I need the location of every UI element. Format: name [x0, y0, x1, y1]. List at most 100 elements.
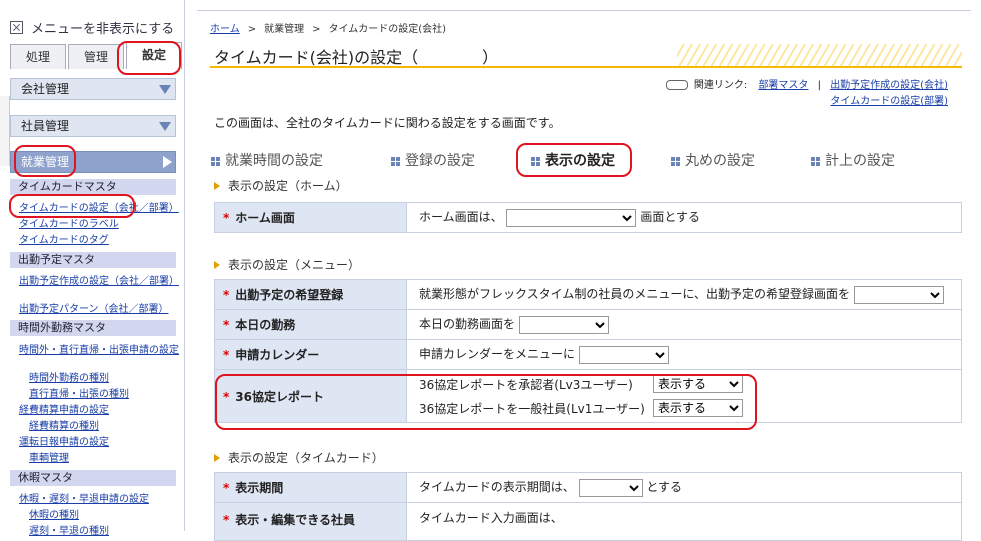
- arrow-right-icon: [214, 454, 220, 462]
- row-value: 36協定レポートを承認者(Lv3ユーザー) 表示する 36協定レポートを一般社員…: [406, 369, 962, 423]
- chevron-down-icon: [159, 122, 171, 131]
- tab-registration-label: 登録の設定: [405, 153, 475, 169]
- sidebar-link-direct-types[interactable]: 直行直帰・出張の種別: [29, 385, 129, 400]
- today-desc-text: 本日の勤務画面を: [419, 317, 516, 332]
- side-strip: [0, 96, 10, 166]
- sidebar-link-timecard-labels[interactable]: タイムカードのラベル: [19, 215, 119, 230]
- title-decoration: [677, 44, 962, 66]
- sidebar-tabs: 処理 管理 設定: [10, 42, 184, 69]
- sidebar-link-expense-types[interactable]: 経費精算の種別: [29, 417, 99, 432]
- sidebar-link-schedule-patterns[interactable]: 出勤予定パターン（会社／部署）: [19, 300, 169, 315]
- section-employee-label: 社員管理: [21, 119, 70, 133]
- related-link-schedule[interactable]: 出勤予定作成の設定(会社): [830, 80, 948, 91]
- sidebar-link-late-types[interactable]: 遅刻・早退の種別: [29, 522, 109, 537]
- section-heading-menu: 表示の設定（メニュー）: [214, 256, 360, 273]
- category-schedule-master: 出勤予定マスタ: [10, 252, 176, 268]
- section-heading-timecard-text: 表示の設定（タイムカード）: [228, 451, 384, 465]
- period-post-text: とする: [646, 480, 683, 495]
- grid-icon: [531, 156, 540, 166]
- row-value: タイムカードの表示期間は、 とする: [406, 472, 962, 503]
- report-general-row: 36協定レポートを一般社員(Lv1ユーザー) 表示する: [419, 396, 961, 420]
- sidebar-link-leave-types[interactable]: 休暇の種別: [29, 506, 79, 521]
- display-period-select[interactable]: [578, 478, 643, 497]
- breadcrumb-home[interactable]: ホーム: [210, 24, 240, 35]
- report-general-select[interactable]: 表示する: [653, 399, 743, 417]
- row-label-text: 本日の勤務: [235, 318, 296, 332]
- sidebar-link-driving-settings[interactable]: 運転日報申請の設定: [19, 433, 109, 448]
- report-approver-select[interactable]: 表示する: [653, 375, 743, 393]
- request-calendar-select[interactable]: [578, 345, 669, 364]
- home-post-text: 画面とする: [640, 210, 700, 225]
- related-links: 関連リンク: 部署マスタ | 出勤予定作成の設定(会社) タイムカードの設定(部…: [665, 78, 948, 110]
- sidebar-link-leave-settings[interactable]: 休暇・遅刻・早退申請の設定: [19, 490, 149, 505]
- tab-accounting[interactable]: 計上の設定: [811, 150, 895, 170]
- sidebar-link-overtime-settings[interactable]: 時間外・直行直帰・出張申請の設定: [19, 341, 179, 356]
- tab-display[interactable]: 表示の設定: [531, 150, 615, 170]
- row-label: * 表示期間: [214, 472, 407, 503]
- schedule-request-select[interactable]: [853, 285, 944, 304]
- table-row: * 出勤予定の希望登録 就業形態がフレックスタイム制の社員のメニューに、出勤予定の…: [214, 279, 962, 310]
- sidebar-link-expense-settings[interactable]: 経費精算申請の設定: [19, 401, 109, 416]
- settings-table-home: * ホーム画面 ホーム画面は、 画面とする: [214, 202, 962, 233]
- section-company[interactable]: 会社管理: [10, 78, 176, 100]
- section-heading-menu-text: 表示の設定（メニュー）: [228, 258, 361, 272]
- report-approver-text: 36協定レポートを承認者(Lv3ユーザー): [419, 377, 633, 392]
- row-value: 申請カレンダーをメニューに: [406, 339, 962, 370]
- related-link-department[interactable]: 部署マスタ: [758, 80, 808, 91]
- section-heading-home: 表示の設定（ホーム）: [214, 177, 348, 194]
- arrow-right-icon: [214, 261, 220, 269]
- today-work-select[interactable]: [518, 315, 609, 334]
- category-tabs: 就業時間の設定 登録の設定 表示の設定 丸めの設定 計上の設定: [211, 150, 971, 170]
- section-attendance[interactable]: 就業管理: [10, 151, 176, 173]
- table-row: * ホーム画面 ホーム画面は、 画面とする: [214, 202, 962, 233]
- table-row: * 表示期間 タイムカードの表示期間は、 とする: [214, 472, 962, 503]
- tab-accounting-label: 計上の設定: [825, 153, 895, 169]
- breadcrumb: ホーム > 就業管理 > タイムカードの設定(会社): [210, 20, 446, 35]
- sidebar-link-vehicles[interactable]: 車輌管理: [29, 449, 69, 464]
- tab-display-label: 表示の設定: [545, 153, 615, 169]
- section-company-label: 会社管理: [21, 82, 70, 96]
- required-mark: *: [223, 288, 230, 302]
- section-heading-home-text: 表示の設定（ホーム）: [228, 179, 348, 193]
- tab-settings[interactable]: 設定: [126, 42, 182, 69]
- row-value: 就業形態がフレックスタイム制の社員のメニューに、出勤予定の希望登録画面を: [406, 279, 962, 310]
- row-label-text: 36協定レポート: [235, 389, 324, 404]
- table-row: * 表示・編集できる社員 タイムカード入力画面は、: [214, 502, 962, 541]
- row-value: ホーム画面は、 画面とする: [406, 202, 962, 233]
- related-link-timecard-dept[interactable]: タイムカードの設定(部署): [830, 96, 948, 107]
- period-pre-text: タイムカードの表示期間は、: [419, 480, 575, 495]
- tab-registration[interactable]: 登録の設定: [391, 150, 475, 170]
- sidebar: メニューを非表示にする 処理 管理 設定 会社管理 社員管理 就業管理 タイムカ…: [0, 0, 185, 537]
- page-title: タイムカード(会社)の設定（ ）: [214, 48, 499, 67]
- sidebar-link-schedule-settings[interactable]: 出勤予定作成の設定（会社／部署）: [19, 272, 179, 287]
- tab-work-hours[interactable]: 就業時間の設定: [211, 150, 323, 170]
- breadcrumb-sep: >: [312, 24, 321, 35]
- sidebar-link-overtime-types[interactable]: 時間外勤務の種別: [29, 369, 109, 384]
- breadcrumb-attendance: 就業管理: [264, 24, 305, 35]
- related-label: 関連リンク:: [693, 80, 748, 91]
- grid-icon: [391, 156, 400, 166]
- category-overtime-master: 時間外勤務マスタ: [10, 320, 176, 336]
- tab-rounding[interactable]: 丸めの設定: [671, 150, 755, 170]
- row-label: * 表示・編集できる社員: [214, 502, 407, 541]
- section-employee[interactable]: 社員管理: [10, 115, 176, 137]
- row-value: タイムカード入力画面は、: [406, 502, 962, 541]
- grid-icon: [671, 156, 680, 166]
- required-mark: *: [223, 211, 230, 225]
- main-content: ホーム > 就業管理 > タイムカードの設定(会社) タイムカード(会社)の設定（ ） …: [197, 0, 981, 541]
- table-row: * 本日の勤務 本日の勤務画面を: [214, 309, 962, 340]
- required-mark: *: [223, 348, 230, 362]
- row-label-text: 表示・編集できる社員: [235, 513, 356, 527]
- tab-manage[interactable]: 管理: [68, 44, 124, 69]
- page-description: この画面は、全社のタイムカードに関わる設定をする画面です。: [214, 116, 561, 130]
- hide-menu-toggle[interactable]: メニューを非表示にする: [10, 18, 174, 37]
- grid-icon: [211, 156, 220, 166]
- tab-work-hours-label: 就業時間の設定: [225, 153, 323, 169]
- row-label-text: ホーム画面: [235, 211, 295, 225]
- tab-process[interactable]: 処理: [10, 44, 66, 69]
- grid-icon: [811, 156, 820, 166]
- row-label: * 出勤予定の希望登録: [214, 279, 407, 310]
- home-screen-select[interactable]: [506, 208, 637, 227]
- sidebar-link-timecard-tags[interactable]: タイムカードのタグ: [19, 231, 109, 246]
- sidebar-link-timecard-settings[interactable]: タイムカードの設定（会社／部署）: [19, 199, 179, 214]
